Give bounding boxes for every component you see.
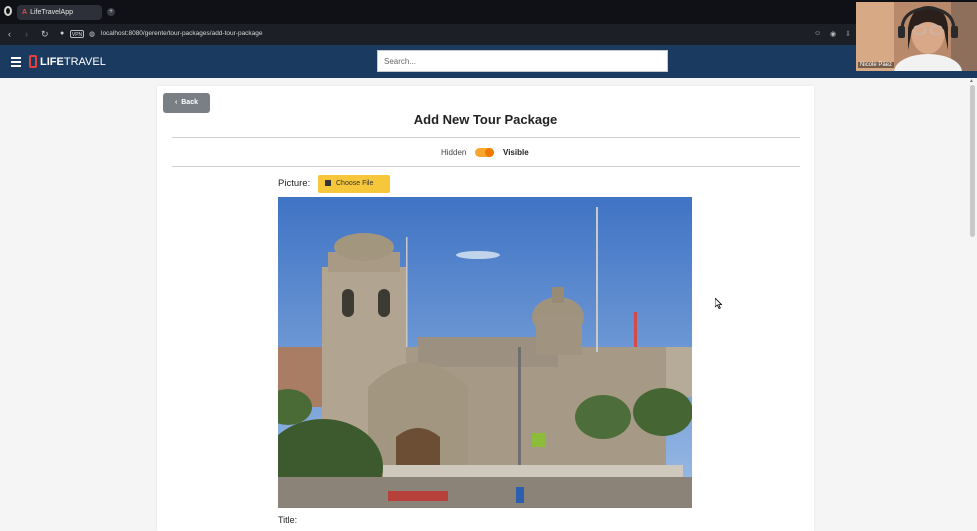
site-info-icon[interactable]: ◍ xyxy=(89,30,95,38)
brand-logo-icon xyxy=(29,55,37,68)
webcam-video-overlay xyxy=(856,2,977,71)
choose-file-label: Choose File xyxy=(336,180,374,187)
back-button[interactable]: ‹ Back xyxy=(163,93,210,113)
divider xyxy=(172,166,800,167)
tab-title: LifeTravelApp xyxy=(30,9,73,16)
toggle-knob xyxy=(485,148,494,157)
camera-icon[interactable]: ◉ xyxy=(830,30,836,38)
reload-icon[interactable]: ↻ xyxy=(41,29,49,40)
visibility-toggle[interactable] xyxy=(475,148,494,157)
extension-icon[interactable]: ☺ xyxy=(814,30,821,37)
brand-life: LIFE xyxy=(40,56,64,68)
picture-preview-image xyxy=(278,197,692,508)
tab-favicon-icon: A xyxy=(22,9,28,16)
menu-icon[interactable] xyxy=(11,57,21,69)
back-button-label: Back xyxy=(181,99,198,106)
picture-label: Picture: xyxy=(278,178,311,189)
page-scrollbar[interactable] xyxy=(970,85,975,237)
scroll-up-icon[interactable]: ▲ xyxy=(969,78,974,84)
brand-travel: TRAVEL xyxy=(63,56,106,68)
brand-name[interactable]: LIFETRAVEL xyxy=(40,56,106,68)
browser-address-bar: ‹ › ↻ ● VPN ◍ localhost:8080/gerente/tou… xyxy=(0,24,977,45)
back-nav-icon[interactable]: ‹ xyxy=(8,29,11,40)
url-field[interactable]: localhost:8080/gerente/tour-packages/add… xyxy=(101,30,263,37)
divider xyxy=(172,137,800,138)
location-pin-icon[interactable]: ● xyxy=(60,30,64,37)
forward-nav-icon[interactable]: › xyxy=(25,29,28,40)
title-field-label: Title: xyxy=(278,515,298,525)
search-input[interactable] xyxy=(377,50,668,72)
choose-file-button[interactable]: Choose File xyxy=(318,175,390,193)
webcam-participant-name: Nicole Páez xyxy=(858,62,895,68)
choose-file-icon xyxy=(325,180,331,186)
browser-tab[interactable]: A LifeTravelApp xyxy=(17,5,102,20)
new-tab-button[interactable]: + xyxy=(107,8,115,16)
visibility-visible-label: Visible xyxy=(503,148,529,157)
visibility-hidden-label: Hidden xyxy=(441,148,467,157)
vpn-badge[interactable]: VPN xyxy=(70,30,84,38)
browser-logo-icon[interactable] xyxy=(4,6,12,16)
page-title: Add New Tour Package xyxy=(413,112,558,127)
back-chevron-icon: ‹ xyxy=(175,99,178,106)
browser-tab-strip: A LifeTravelApp + xyxy=(0,0,977,24)
download-icon[interactable]: ⇩ xyxy=(845,30,851,38)
mouse-cursor-icon xyxy=(715,298,722,309)
